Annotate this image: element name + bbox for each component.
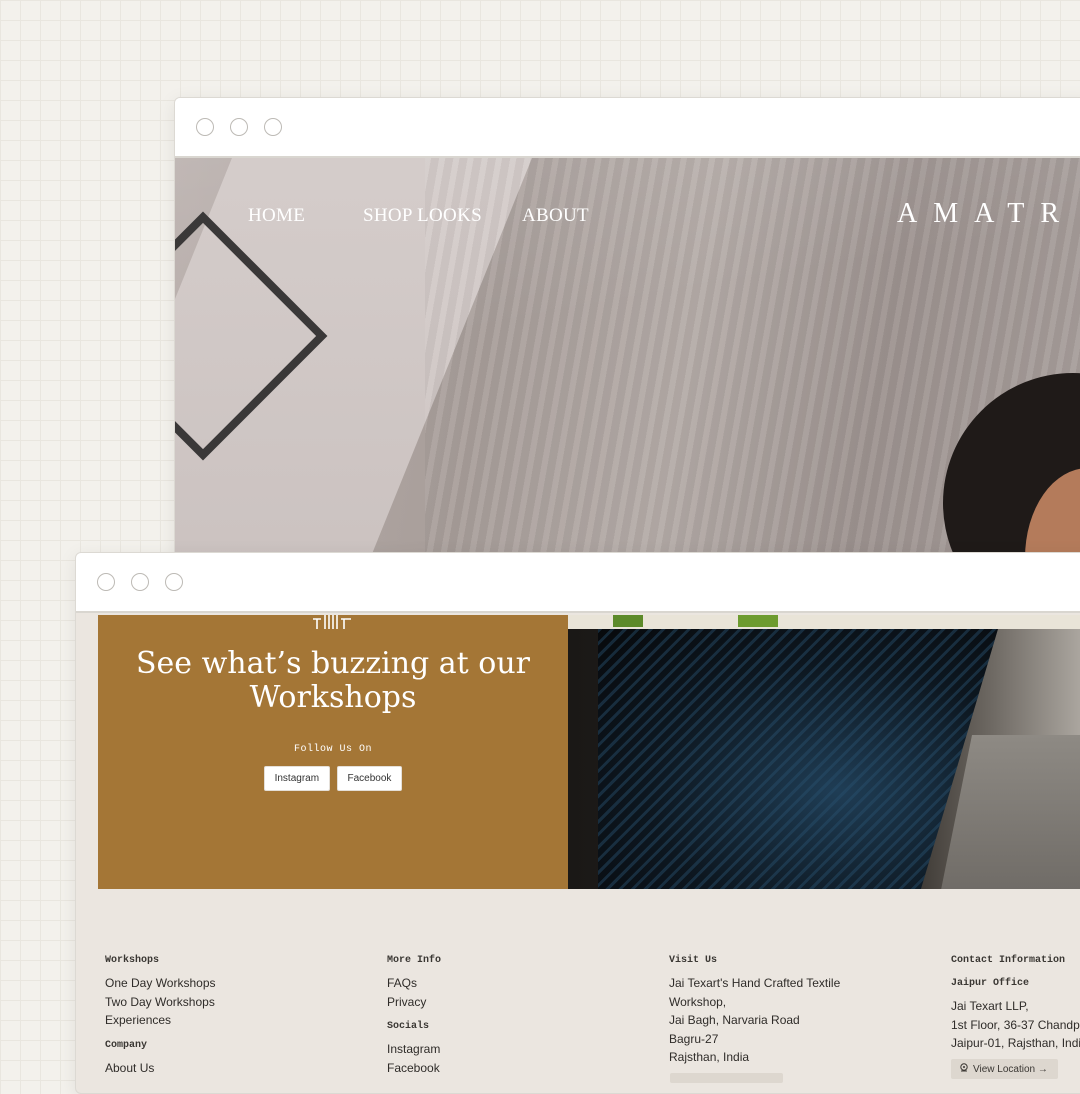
footer-col-more-info: More Info FAQs Privacy Socials Instagram…: [387, 955, 441, 1077]
footer-link[interactable]: FAQs: [387, 974, 441, 993]
office-heading: Jaipur Office: [951, 978, 1030, 989]
footer-col-visit-us: Visit Us Jai Texart's Hand Crafted Texti…: [669, 955, 840, 1067]
footer-link[interactable]: Instagram: [387, 1040, 441, 1059]
workshop-browser-window: See what’s buzzing at our Workshops Foll…: [75, 552, 1080, 1094]
footer-heading: Socials: [387, 1021, 430, 1032]
photo-printed-cloth: [598, 629, 998, 889]
footer-heading: Workshops: [105, 955, 160, 966]
facebook-button[interactable]: Facebook: [336, 766, 403, 791]
address-line: Workshop,: [669, 994, 727, 1009]
footer-link[interactable]: About Us: [105, 1059, 216, 1078]
workshop-photo: [568, 615, 1080, 889]
footer-heading: Company: [105, 1039, 148, 1051]
footer-link[interactable]: Experiences: [105, 1011, 216, 1030]
photo-green-patch: [613, 615, 643, 627]
window-dot-maximize[interactable]: [264, 118, 282, 136]
footer-heading: Contact Information: [951, 955, 1066, 966]
workshop-promo: See what’s buzzing at our Workshops Foll…: [98, 615, 568, 889]
follow-label: Follow Us On: [293, 744, 372, 755]
footer-col-workshops: Workshops One Day Workshops Two Day Work…: [105, 955, 216, 1077]
footer-col-contact: Contact Information Jaipur Office Jai Te…: [951, 955, 1080, 1079]
footer-heading: Visit Us: [669, 955, 718, 966]
window-titlebar: [76, 553, 1080, 613]
nav-shop-looks[interactable]: SHOP LOOKS: [363, 205, 482, 227]
window-titlebar: [175, 98, 1080, 158]
photo-wall: [568, 615, 1080, 629]
window-dot-close[interactable]: [97, 573, 115, 591]
view-location-label: View Location →: [973, 1063, 1048, 1075]
brand-logo-mark: [313, 615, 351, 629]
address-line: Jai Texart's Hand Crafted Textile: [669, 976, 841, 990]
window-dot-close[interactable]: [196, 118, 214, 136]
window-dot-minimize[interactable]: [230, 118, 248, 136]
nav-home[interactable]: HOME: [248, 205, 305, 227]
visit-location-button[interactable]: [670, 1073, 783, 1083]
footer-heading: More Info: [387, 955, 442, 966]
hero-browser-window: HOME SHOP LOOKS ABOUT AMATR: [174, 97, 1080, 569]
nav-about[interactable]: ABOUT: [522, 205, 589, 227]
photo-stone-step: [940, 735, 1080, 889]
address-line: Jaipur-01, Rajsthan, India: [951, 1036, 1080, 1050]
footer-link[interactable]: Two Day Workshops: [105, 993, 216, 1012]
window-dot-minimize[interactable]: [131, 573, 149, 591]
pin-icon: [960, 1062, 968, 1071]
social-buttons: Instagram Facebook: [98, 766, 568, 791]
address-line: 1st Floor, 36-37 Chandpo: [951, 1017, 1080, 1032]
footer-link[interactable]: Facebook: [387, 1059, 441, 1078]
footer-link[interactable]: One Day Workshops: [105, 974, 216, 993]
photo-green-patch: [738, 615, 778, 627]
view-location-button[interactable]: View Location →: [951, 1058, 1058, 1079]
brand-logo[interactable]: AMATR: [897, 198, 1075, 230]
footer-link[interactable]: Privacy: [387, 993, 441, 1012]
address-line: Jai Texart LLP,: [951, 999, 1029, 1013]
address-line: Rajsthan, India: [669, 1050, 750, 1064]
address-line: Bagru-27: [669, 1031, 719, 1046]
window-dot-maximize[interactable]: [165, 573, 183, 591]
address-line: Jai Bagh, Narvaria Road: [669, 1013, 800, 1027]
instagram-button[interactable]: Instagram: [263, 766, 331, 791]
promo-heading: See what’s buzzing at our Workshops: [136, 646, 530, 715]
